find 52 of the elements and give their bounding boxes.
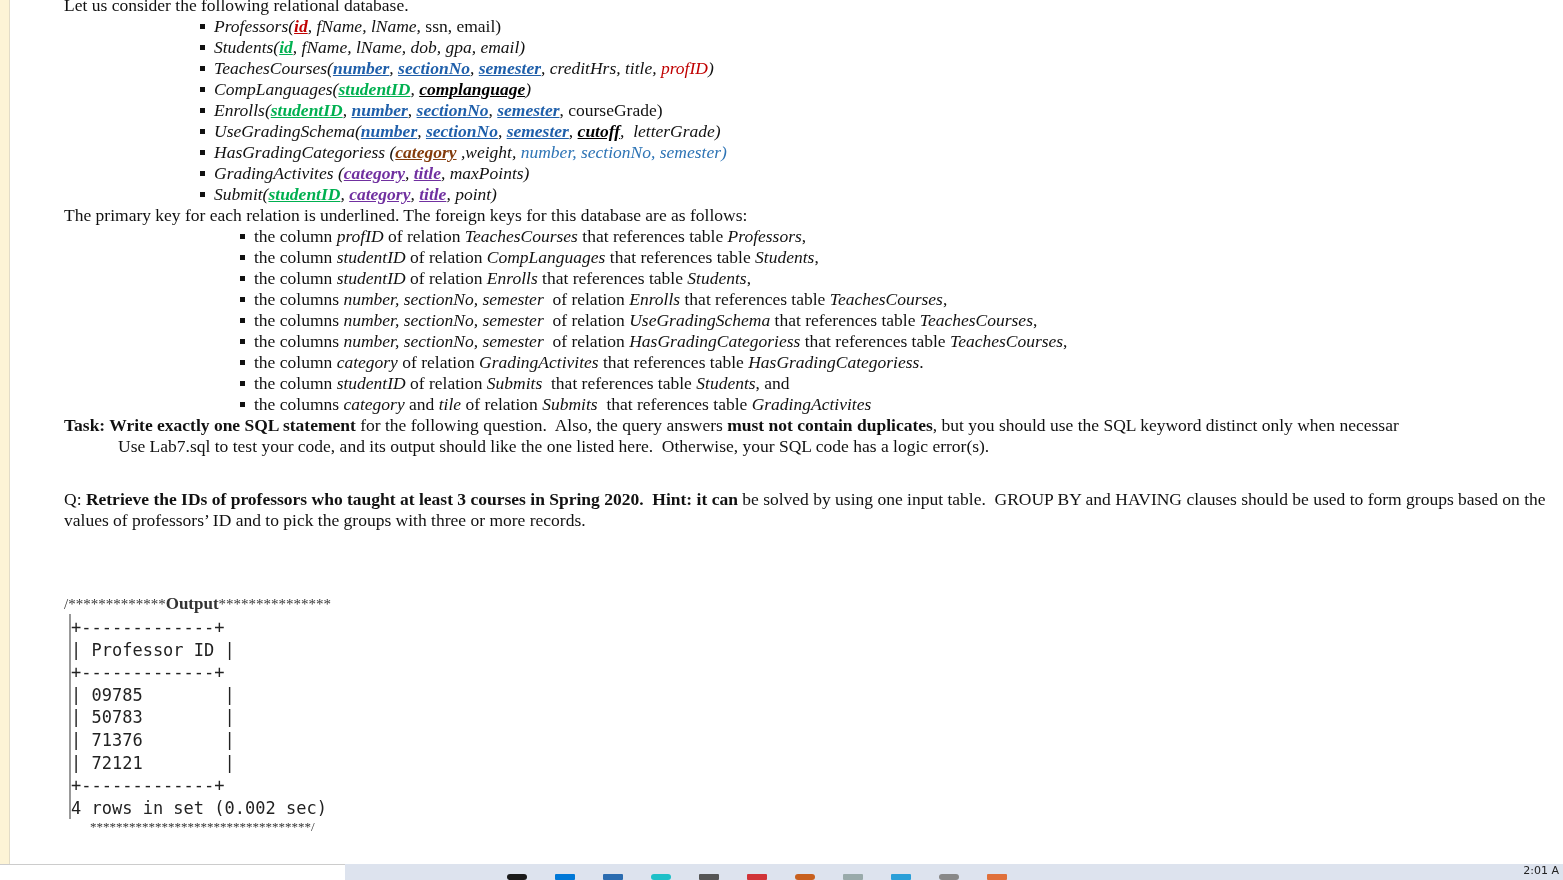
bullet-icon bbox=[200, 108, 205, 113]
console-line: 4 rows in set (0.002 sec) bbox=[71, 796, 328, 820]
task-text: Use Lab7.sql to test your code, and its output should like the one listed here. Otherwise, your SQL code has a logic error(s). bbox=[118, 436, 990, 456]
bullet-icon bbox=[200, 66, 205, 71]
foreign-key-text: the columns category and tile of relation Submits that references table GradingActivites bbox=[254, 394, 872, 415]
foreign-key-text: the column category of relation GradingActivites that references table HasGradingCategoriess. bbox=[254, 352, 924, 373]
console-line: +-------------+ bbox=[71, 774, 226, 797]
foreign-key-text: the columns number, sectionNo, semester of relation HasGradingCategoriess that references table TeachesCourses, bbox=[254, 331, 1068, 352]
question-text: Q: Retrieve the IDs of professors who taught at least 3 courses in Spring 2020. Hint: it can be solved by using one input table. GROUP BY and HAVING clauses should be used to form groups based on the values of professors’ ID and to pick the groups with three or more records. bbox=[64, 489, 1547, 530]
relation-schema: Students(id, fName, lName, dob, gpa, email) bbox=[214, 37, 526, 58]
clock-text[interactable]: 2:01 A bbox=[1523, 864, 1559, 878]
bullet-icon bbox=[200, 87, 205, 92]
console-line: | 72121 | bbox=[71, 751, 236, 775]
bullet-icon bbox=[240, 318, 245, 323]
foreign-keys-intro: The primary key for each relation is underlined. The foreign keys for this database are as follows: bbox=[64, 205, 749, 226]
foreign-key-text: the column studentID of relation Enrolls that references table Students, bbox=[254, 268, 752, 289]
bullet-icon bbox=[240, 360, 245, 365]
console-line: | 09785 | bbox=[71, 683, 236, 707]
relation-schema: HasGradingCategoriess (category ,weight, number, sectionNo, semester) bbox=[214, 142, 727, 163]
relation-schema: Submit(studentID, category, title, point) bbox=[214, 184, 497, 205]
task-text: Task: Write exactly one SQL statement for the following question. Also, the query answers must not contain duplicates, but you should use the SQL keyword distinct only when necessar bbox=[64, 415, 1399, 435]
bullet-icon bbox=[240, 276, 245, 281]
output-header: /*************Output*************** bbox=[64, 595, 333, 613]
console-line: | 50783 | bbox=[71, 706, 236, 729]
bullet-icon bbox=[240, 297, 245, 302]
bullet-icon bbox=[240, 339, 245, 344]
bullet-icon bbox=[200, 129, 205, 134]
console-line: | Professor ID | bbox=[71, 638, 236, 662]
bullet-icon bbox=[200, 24, 205, 29]
relation-schema: UseGradingSchema(number, sectionNo, semester, cutoff, letterGrade) bbox=[214, 121, 721, 142]
foreign-key-text: the columns number, sectionNo, semester of relation Enrolls that references table TeachesCourses, bbox=[254, 289, 948, 310]
console-line: +-------------+ bbox=[71, 616, 226, 639]
bullet-icon bbox=[200, 192, 205, 197]
relation-schema: CompLanguages(studentID, complanguage) bbox=[214, 79, 531, 100]
bullet-icon bbox=[200, 45, 205, 50]
bullet-icon bbox=[240, 255, 245, 260]
foreign-key-text: the column profID of relation TeachesCourses that references table Professors, bbox=[254, 226, 807, 247]
bullet-icon bbox=[200, 171, 205, 176]
foreign-key-text: the columns number, sectionNo, semester of relation UseGradingSchema that references table TeachesCourses, bbox=[254, 310, 1038, 331]
bullet-icon bbox=[200, 150, 205, 155]
relation-schema: Professors(id, fName, lName, ssn, email) bbox=[214, 16, 502, 37]
relation-schema: Enrolls(studentID, number, sectionNo, semester, courseGrade) bbox=[214, 100, 663, 121]
foreign-key-text: the column studentID of relation CompLanguages that references table Students, bbox=[254, 247, 819, 268]
bullet-icon bbox=[240, 402, 245, 407]
bullet-icon bbox=[240, 381, 245, 386]
console-line: | 71376 | bbox=[71, 728, 236, 752]
relation-schema: TeachesCourses(number, sectionNo, semester, creditHrs, title, profID) bbox=[214, 58, 714, 79]
relation-schema: GradingActivites (category, title, maxPoints) bbox=[214, 163, 530, 184]
bullet-icon bbox=[240, 234, 245, 239]
output-footer: **********************************/ bbox=[64, 819, 1563, 836]
console-line: +-------------+ bbox=[71, 661, 226, 684]
foreign-key-text: the column studentID of relation Submits that references table Students, and bbox=[254, 373, 790, 394]
